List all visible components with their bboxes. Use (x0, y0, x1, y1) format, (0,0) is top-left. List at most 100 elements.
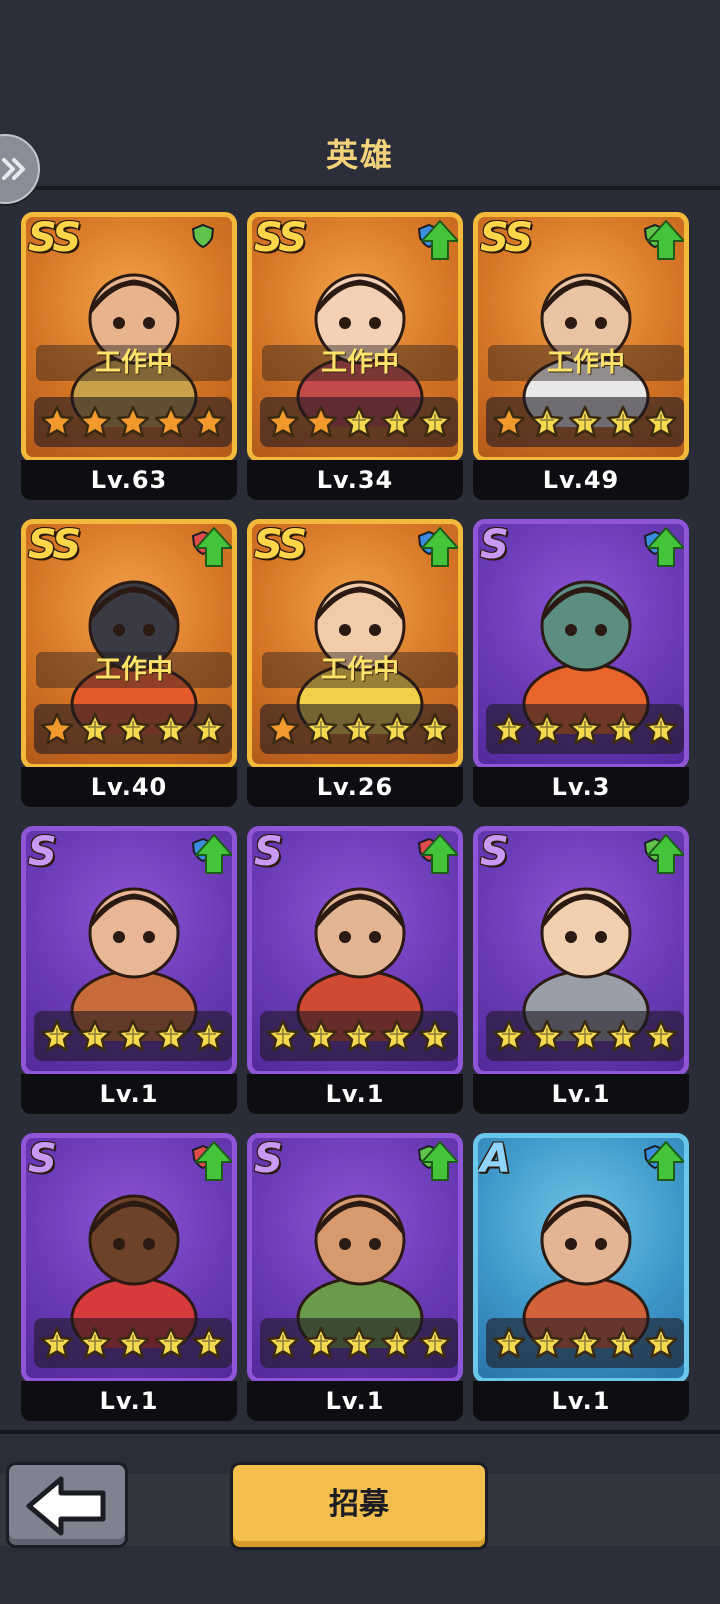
star-rating (34, 397, 232, 447)
rank-badge: S (28, 1136, 57, 1182)
star-empty-icon (78, 712, 112, 745)
upgrade-arrow-icon (646, 526, 684, 568)
hero-portrait: A (473, 1133, 689, 1383)
star-empty-icon (568, 405, 602, 438)
star-empty-icon (342, 712, 376, 745)
hero-card[interactable]: S Lv.1 (247, 826, 463, 1126)
hero-card[interactable]: SS 工作中 Lv.34 (247, 212, 463, 512)
rank-badge: SS (480, 215, 533, 261)
hero-card[interactable]: S Lv.3 (473, 519, 689, 819)
star-empty-icon (380, 712, 414, 745)
star-empty-icon (304, 1326, 338, 1359)
star-filled-icon (492, 405, 526, 438)
star-empty-icon (418, 405, 452, 438)
star-empty-icon (606, 405, 640, 438)
hero-portrait: S (247, 826, 463, 1076)
hero-card[interactable]: SS 工作中 Lv.40 (21, 519, 237, 819)
hero-portrait: SS 工作中 (21, 519, 237, 769)
page-title: 英雄 (325, 136, 394, 174)
star-empty-icon (644, 1326, 678, 1359)
recruit-button[interactable]: 招募 (230, 1462, 488, 1550)
star-empty-icon (418, 1019, 452, 1052)
upgrade-arrow-icon (420, 526, 458, 568)
star-rating (486, 704, 684, 754)
hero-portrait: SS 工作中 (21, 212, 237, 462)
hero-level: Lv.1 (247, 1381, 463, 1421)
hero-card[interactable]: SS 工作中 Lv.26 (247, 519, 463, 819)
star-empty-icon (380, 405, 414, 438)
upgrade-arrow-icon (194, 1140, 232, 1182)
star-filled-icon (40, 405, 74, 438)
back-button[interactable] (6, 1462, 128, 1548)
hero-level: Lv.1 (21, 1074, 237, 1114)
star-filled-icon (154, 405, 188, 438)
star-rating (260, 704, 458, 754)
hero-level: Lv.1 (473, 1074, 689, 1114)
hero-level: Lv.40 (21, 767, 237, 807)
footer-bar: 招募 (0, 1430, 720, 1604)
working-status-label: 工作中 (36, 345, 232, 381)
star-rating (486, 1318, 684, 1368)
hero-portrait: S (247, 1133, 463, 1383)
star-empty-icon (342, 405, 376, 438)
upgrade-arrow-icon (420, 1140, 458, 1182)
hero-portrait: SS 工作中 (247, 212, 463, 462)
rank-badge: S (254, 829, 283, 875)
hero-card[interactable]: S Lv.1 (247, 1133, 463, 1430)
hero-level: Lv.1 (473, 1381, 689, 1421)
star-empty-icon (342, 1019, 376, 1052)
working-status-label: 工作中 (262, 652, 458, 688)
star-empty-icon (568, 712, 602, 745)
rank-badge: A (480, 1136, 511, 1182)
star-empty-icon (606, 712, 640, 745)
star-empty-icon (530, 712, 564, 745)
hero-portrait: S (473, 519, 689, 769)
star-empty-icon (78, 1019, 112, 1052)
rank-badge: S (28, 829, 57, 875)
star-empty-icon (530, 1019, 564, 1052)
hero-level: Lv.49 (473, 460, 689, 500)
star-empty-icon (304, 1019, 338, 1052)
star-empty-icon (78, 1326, 112, 1359)
star-empty-icon (606, 1326, 640, 1359)
hero-level: Lv.63 (21, 460, 237, 500)
star-rating (260, 1011, 458, 1061)
hero-card[interactable]: S Lv.1 (473, 826, 689, 1126)
rank-badge: SS (28, 215, 81, 261)
rank-badge: SS (254, 215, 307, 261)
star-empty-icon (116, 712, 150, 745)
hero-level: Lv.34 (247, 460, 463, 500)
star-empty-icon (380, 1326, 414, 1359)
hero-card[interactable]: S Lv.1 (21, 826, 237, 1126)
hero-level: Lv.3 (473, 767, 689, 807)
hero-card[interactable]: SS 工作中 Lv.63 (21, 212, 237, 512)
star-empty-icon (192, 1019, 226, 1052)
star-empty-icon (40, 1019, 74, 1052)
sword-icon (190, 223, 216, 249)
star-empty-icon (266, 1326, 300, 1359)
star-empty-icon (116, 1326, 150, 1359)
rank-badge: SS (28, 522, 81, 568)
star-empty-icon (492, 1326, 526, 1359)
hero-card[interactable]: S Lv.1 (21, 1133, 237, 1430)
star-empty-icon (380, 1019, 414, 1052)
star-empty-icon (154, 1019, 188, 1052)
star-empty-icon (492, 1019, 526, 1052)
star-empty-icon (644, 712, 678, 745)
star-rating (34, 1318, 232, 1368)
hero-card[interactable]: SS 工作中 Lv.49 (473, 212, 689, 512)
upgrade-arrow-icon (646, 1140, 684, 1182)
star-empty-icon (154, 1326, 188, 1359)
star-empty-icon (606, 1019, 640, 1052)
star-empty-icon (192, 712, 226, 745)
star-empty-icon (568, 1326, 602, 1359)
arrow-left-icon (26, 1476, 106, 1536)
star-empty-icon (192, 1326, 226, 1359)
rank-badge: S (480, 829, 509, 875)
star-empty-icon (418, 712, 452, 745)
star-empty-icon (568, 1019, 602, 1052)
hero-portrait: S (473, 826, 689, 1076)
upgrade-arrow-icon (194, 833, 232, 875)
hero-level: Lv.1 (21, 1381, 237, 1421)
hero-card[interactable]: A Lv.1 (473, 1133, 689, 1430)
